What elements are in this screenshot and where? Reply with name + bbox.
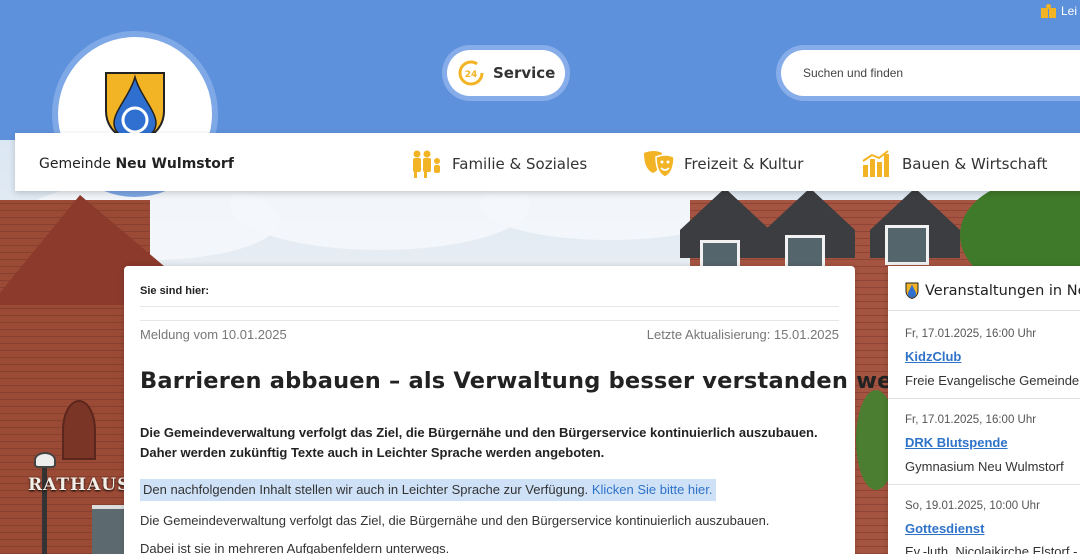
article-date: Meldung vom 10.01.2025: [140, 327, 287, 342]
divider: [888, 398, 1080, 399]
event-date: Fr, 17.01.2025, 16:00 Uhr: [905, 328, 1037, 340]
event-date: Fr, 17.01.2025, 16:00 Uhr: [905, 414, 1037, 426]
page-title: Barrieren abbauen – als Verwaltung besse…: [140, 368, 952, 394]
divider: [888, 484, 1080, 485]
leichte-sprache-link[interactable]: Lei: [1041, 4, 1077, 18]
nav-label-bauen: Bauen & Wirtschaft: [902, 155, 1048, 173]
article-card: [124, 266, 855, 554]
family-icon: [413, 150, 440, 178]
service-label: Service: [493, 64, 556, 82]
event-place: Ev.-luth. Nicolaikirche Elstorf -: [905, 544, 1078, 554]
leichte-sprache-label: Lei: [1061, 4, 1078, 18]
bar-chart-icon: [862, 150, 889, 177]
24h-icon: 24: [458, 60, 484, 86]
events-heading-label: Veranstaltungen in Ne: [925, 282, 1080, 299]
article-updated: Letzte Aktualisierung: 15.01.2025: [646, 327, 839, 342]
nav-item-freizeit[interactable]: Freizeit & Kultur: [642, 148, 803, 180]
nav-item-familie[interactable]: Familie & Soziales: [410, 148, 587, 180]
site-name-bold: Neu Wulmstorf: [115, 156, 234, 172]
rathaus-sign: RATHAUS: [28, 475, 131, 495]
nav-item-bauen[interactable]: Bauen & Wirtschaft: [860, 148, 1047, 180]
event-date: So, 19.01.2025, 10:00 Uhr: [905, 500, 1040, 512]
search-input[interactable]: [803, 66, 1073, 80]
breadcrumb: Sie sind hier:: [140, 285, 210, 297]
article-paragraph: Die Gemeindeverwaltung verfolgt das Ziel…: [140, 513, 770, 528]
easy-language-notice: Den nachfolgenden Inhalt stellen wir auc…: [140, 479, 716, 501]
search-box[interactable]: [781, 50, 1080, 96]
event-title-link[interactable]: Gottesdienst: [905, 521, 984, 536]
events-heading: Veranstaltungen in Ne: [905, 282, 1080, 299]
svg-text:24: 24: [465, 70, 478, 80]
divider: [888, 310, 1080, 311]
event-place: Freie Evangelische Gemeinde: [905, 373, 1080, 388]
event-place: Gymnasium Neu Wulmstorf: [905, 459, 1064, 474]
easy-language-text: Den nachfolgenden Inhalt stellen wir auc…: [143, 482, 589, 497]
site-name[interactable]: Gemeinde Neu Wulmstorf: [39, 156, 234, 172]
theater-masks-icon: [644, 151, 675, 178]
event-title-link[interactable]: KidzClub: [905, 349, 961, 364]
coat-of-arms-icon: [905, 282, 919, 299]
book-icon: [1041, 4, 1056, 18]
site-name-prefix: Gemeinde: [39, 156, 111, 172]
article-lead: Die Gemeindeverwaltung verfolgt das Ziel…: [140, 425, 818, 460]
easy-language-link[interactable]: Klicken Sie bitte hier.: [592, 482, 713, 497]
event-title-link[interactable]: DRK Blutspende: [905, 435, 1008, 450]
divider: [140, 320, 839, 321]
nav-label-freizeit: Freizeit & Kultur: [684, 155, 804, 173]
service-button[interactable]: 24 Service: [447, 50, 565, 96]
divider: [140, 306, 839, 307]
nav-label-familie: Familie & Soziales: [452, 155, 588, 173]
article-paragraph: Dabei ist sie in mehreren Aufgabenfelder…: [140, 541, 450, 554]
